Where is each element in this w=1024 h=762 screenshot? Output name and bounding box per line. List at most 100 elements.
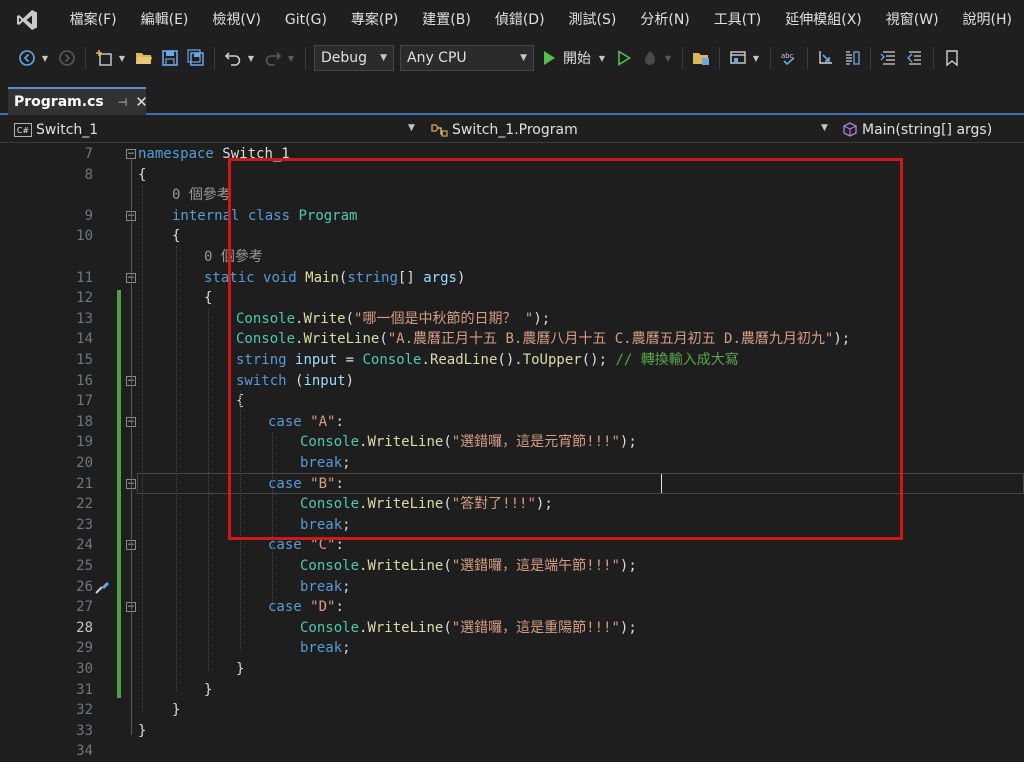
class-dropdown[interactable]: Switch_1.Program (426, 119, 826, 141)
code-text: { (172, 228, 181, 245)
code-line: 24− case "C": (0, 535, 1024, 556)
code-text: Console.WriteLine("答對了!!!"); (300, 496, 553, 513)
code-text: } (172, 702, 181, 719)
visual-studio-logo-icon[interactable] (14, 7, 40, 33)
line-number: 29 (76, 640, 93, 657)
class-name: Switch_1.Program (452, 122, 578, 138)
menu-item[interactable]: 說明(H) (951, 0, 1024, 40)
indent-guide (176, 246, 177, 692)
spell-check-icon[interactable]: abc (778, 47, 800, 69)
reference-count-codelens[interactable]: 0 個參考 (0, 247, 1024, 268)
class-icon (431, 124, 448, 137)
navigate-back-dropdown-icon[interactable]: ▼ (40, 47, 50, 69)
menu-item[interactable]: 工具(T) (702, 0, 773, 40)
hot-reload-icon (639, 47, 661, 69)
code-text: switch (input) (236, 372, 355, 389)
menu-item[interactable]: 偵錯(D) (483, 0, 557, 40)
tab-program-cs[interactable]: Program.cs ⊣ ✕ (8, 87, 148, 115)
menu-item[interactable]: 檢視(V) (200, 0, 273, 40)
menu-item[interactable]: 編輯(E) (129, 0, 201, 40)
browser-link-icon[interactable] (727, 47, 749, 69)
navigate-back-icon[interactable] (16, 47, 38, 69)
code-line: 13 Console.Write("哪一個是中秋節的日期？ "); (0, 309, 1024, 330)
line-number: 11 (76, 269, 93, 286)
code-text: internal class Program (172, 207, 358, 224)
code-line: 27− case "D": (0, 597, 1024, 618)
reference-count-codelens[interactable]: 0 個參考 (0, 185, 1024, 206)
new-project-icon[interactable] (93, 47, 115, 69)
solution-configuration-select[interactable]: Debug ▼ (314, 45, 394, 71)
indent-guide (240, 390, 241, 651)
menu-item[interactable]: 分析(N) (628, 0, 701, 40)
code-text: break; (300, 516, 351, 533)
menu-item[interactable]: 檔案(F) (58, 0, 129, 40)
code-line: 9− internal class Program (0, 206, 1024, 227)
tab-label: Program.cs (14, 94, 104, 110)
start-dropdown-icon[interactable]: ▼ (597, 47, 607, 69)
code-line: 16− switch (input) (0, 371, 1024, 392)
solution-platform-select[interactable]: Any CPU ▼ (400, 45, 534, 71)
member-dropdown[interactable]: Main(string[] args) (838, 119, 1024, 141)
code-line: 34 (0, 741, 1024, 762)
menu-item[interactable]: Git(G) (273, 0, 339, 40)
line-number: 9 (84, 207, 93, 224)
menu-item[interactable]: 延伸模組(X) (773, 0, 874, 40)
code-text: } (204, 681, 213, 698)
step-into-icon[interactable] (815, 47, 837, 69)
code-text: Console.WriteLine("選錯囉，這是重陽節!!!"); (300, 619, 637, 636)
code-text: break; (300, 455, 351, 471)
uncomment-lines-icon[interactable] (904, 47, 926, 69)
code-line: 33} (0, 721, 1024, 742)
chevron-down-icon[interactable]: ▼ (408, 123, 415, 133)
code-line: 8{ (0, 165, 1024, 186)
menu-item[interactable]: 視窗(W) (874, 0, 951, 40)
line-number: 8 (84, 166, 93, 183)
project-dropdown[interactable]: C# Switch_1 (10, 119, 420, 141)
pin-tab-icon[interactable]: ⊣ (118, 96, 128, 109)
save-all-icon[interactable] (185, 47, 207, 69)
toolbar-separator (214, 47, 215, 69)
redo-icon (262, 47, 284, 69)
code-line: 17{ (0, 391, 1024, 412)
text-cursor (661, 474, 662, 493)
chevron-down-icon: ▼ (520, 53, 527, 63)
line-number: 15 (76, 352, 93, 368)
line-number: 28 (76, 619, 93, 636)
start-debugging-button[interactable]: 開始 (541, 48, 591, 68)
close-tab-icon[interactable]: ✕ (135, 93, 148, 111)
standard-toolbar: ▼ ▼ ▼ ▼ Debug ▼ Any CPU ▼ 開始 ▼ ▼ ▼ abc (0, 40, 1024, 76)
undo-dropdown-icon[interactable]: ▼ (246, 47, 256, 69)
solution-explorer-folder-icon[interactable] (690, 47, 712, 69)
indent-guide (272, 431, 273, 610)
quick-actions-screwdriver-icon[interactable] (93, 578, 111, 600)
open-folder-icon[interactable] (133, 47, 155, 69)
undo-icon[interactable] (222, 47, 244, 69)
menu-item[interactable]: 建置(B) (410, 0, 483, 40)
code-text: Console.WriteLine("選錯囉，這是端午節!!!"); (300, 558, 637, 574)
solution-platform-value: Any CPU (407, 50, 467, 66)
chevron-down-icon[interactable]: ▼ (821, 123, 828, 133)
menu-item[interactable]: 測試(S) (557, 0, 629, 40)
browser-link-dropdown-icon[interactable]: ▼ (751, 47, 761, 69)
line-number: 19 (76, 434, 93, 451)
start-without-debugging-icon[interactable] (613, 47, 635, 69)
bookmark-icon[interactable] (941, 47, 963, 69)
code-editor[interactable]: 7− namespace Switch_1 8{0 個參考 9− internal cl… (0, 144, 1024, 762)
code-line: 32} (0, 700, 1024, 721)
code-text: static void Main(string[] args) (204, 269, 466, 286)
outline-guide (131, 158, 132, 735)
line-number: 34 (76, 743, 93, 760)
new-project-dropdown-icon[interactable]: ▼ (117, 47, 127, 69)
save-icon[interactable] (159, 47, 181, 69)
code-text: { (204, 290, 213, 307)
start-label: 開始 (563, 51, 591, 67)
line-number: 12 (76, 290, 93, 307)
comment-lines-icon[interactable] (878, 47, 900, 69)
redo-dropdown-icon: ▼ (287, 53, 295, 63)
line-number: 31 (76, 681, 93, 698)
code-text: case "A": (268, 413, 344, 430)
play-icon (544, 51, 555, 65)
menu-item[interactable]: 專案(P) (339, 0, 410, 40)
code-text: break; (300, 640, 351, 657)
format-document-icon[interactable] (841, 47, 863, 69)
